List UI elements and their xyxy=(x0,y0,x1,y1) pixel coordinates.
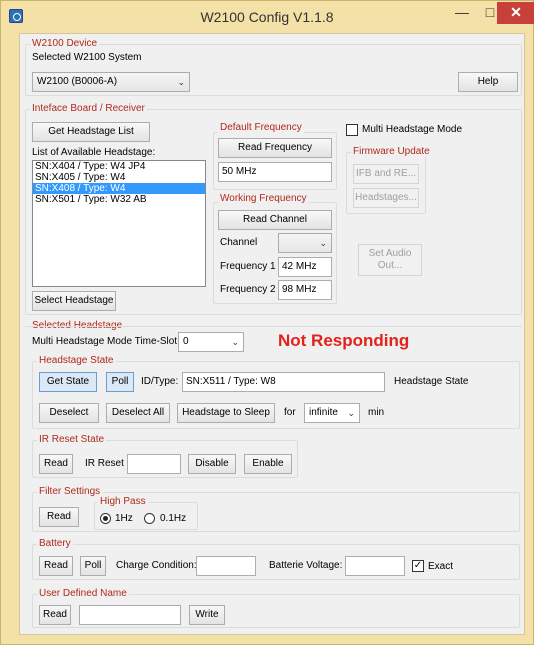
headstage-listbox[interactable]: SN:X404 / Type: W4 JP4 SN:X405 / Type: W… xyxy=(32,160,206,287)
close-button[interactable]: ✕ xyxy=(497,2,534,24)
id-type-label: ID/Type: xyxy=(141,376,179,387)
min-label: min xyxy=(368,407,385,418)
sleep-duration-select[interactable]: infinite ⌄ xyxy=(304,403,360,423)
app-window: W2100 Config V1.1.8 — □ ✕ W2100 Device S… xyxy=(0,0,534,645)
enable-button[interactable]: Enable xyxy=(244,454,292,474)
set-audio-label-1: Set Audio xyxy=(368,248,412,259)
highpass-01hz-label: 0.1Hz xyxy=(160,513,187,524)
select-headstage-button[interactable]: Select Headstage xyxy=(32,291,116,311)
timeslot-label: Multi Headstage Mode Time-Slot: xyxy=(32,336,180,347)
for-label: for xyxy=(284,407,296,418)
filter-group-label: Filter Settings xyxy=(37,486,103,497)
headstage-sleep-button[interactable]: Headstage to Sleep xyxy=(177,403,275,423)
battery-voltage-field[interactable] xyxy=(345,556,405,576)
status-not-responding: Not Responding xyxy=(278,331,410,350)
id-type-field[interactable]: SN:X511 / Type: W8 xyxy=(182,372,385,392)
name-read-button[interactable]: Read xyxy=(39,605,71,625)
channel-select[interactable]: ⌄ xyxy=(278,233,332,253)
separator xyxy=(25,326,522,327)
device-group-label: W2100 Device xyxy=(30,38,100,49)
ir-reset-field[interactable] xyxy=(127,454,181,474)
system-select-value: W2100 (B0006-A) xyxy=(37,76,118,87)
exact-label: Exact xyxy=(428,561,454,572)
check-icon: ✓ xyxy=(413,560,423,571)
multi-headstage-mode-label: Multi Headstage Mode xyxy=(362,124,463,135)
poll-state-button[interactable]: Poll xyxy=(106,372,134,392)
system-select[interactable]: W2100 (B0006-A) ⌄ xyxy=(32,72,190,92)
headstage-state-group-label: Headstage State xyxy=(37,355,116,366)
filter-read-button[interactable]: Read xyxy=(39,507,79,527)
disable-button[interactable]: Disable xyxy=(188,454,236,474)
ir-reset-label: IR Reset xyxy=(85,458,124,469)
multi-headstage-mode-checkbox[interactable] xyxy=(346,124,358,136)
sleep-duration-value: infinite xyxy=(309,407,338,418)
timeslot-select[interactable]: 0 ⌄ xyxy=(178,332,244,352)
highpass-01hz-radio[interactable] xyxy=(144,513,155,524)
ifb-re-button[interactable]: IFB and RE... xyxy=(353,164,419,184)
working-frequency-label: Working Frequency xyxy=(218,193,309,204)
interface-group-label: Inteface Board / Receiver xyxy=(30,103,147,114)
battery-group-label: Battery xyxy=(37,538,73,549)
list-item-selected[interactable]: SN:X408 / Type: W4 xyxy=(33,183,205,194)
frequency2-field[interactable]: 98 MHz xyxy=(278,280,332,300)
charge-condition-label: Charge Condition: xyxy=(116,560,197,571)
frequency2-label: Frequency 2 xyxy=(220,284,276,295)
user-name-group-label: User Defined Name xyxy=(37,588,129,599)
read-channel-button[interactable]: Read Channel xyxy=(218,210,332,230)
ir-reset-group-label: IR Reset State xyxy=(37,434,107,445)
timeslot-select-value: 0 xyxy=(183,336,189,347)
headstage-list-label: List of Available Headstage: xyxy=(32,147,156,158)
default-frequency-label: Default Frequency xyxy=(218,122,304,133)
set-audio-label-2: Out... xyxy=(377,260,403,271)
battery-poll-button[interactable]: Poll xyxy=(80,556,106,576)
battery-voltage-label: Batterie Voltage: xyxy=(269,560,343,571)
headstages-firmware-button[interactable]: Headstages... xyxy=(353,188,419,208)
read-frequency-button[interactable]: Read Frequency xyxy=(218,138,332,158)
set-audio-out-button[interactable]: Set Audio Out... xyxy=(358,244,422,276)
default-frequency-field[interactable]: 50 MHz xyxy=(218,162,332,182)
minimize-button[interactable]: — xyxy=(447,2,477,24)
exact-checkbox[interactable]: ✓ xyxy=(412,560,424,572)
list-item[interactable]: SN:X405 / Type: W4 xyxy=(33,172,205,183)
list-item[interactable]: SN:X501 / Type: W32 AB xyxy=(33,194,205,205)
highpass-1hz-radio[interactable] xyxy=(100,513,111,524)
main-panel: W2100 Device Selected W2100 System W2100… xyxy=(19,33,525,635)
chevron-down-icon: ⌄ xyxy=(177,77,185,87)
highpass-label: High Pass xyxy=(98,496,148,507)
list-item[interactable]: SN:X404 / Type: W4 JP4 xyxy=(33,161,205,172)
ir-read-button[interactable]: Read xyxy=(39,454,73,474)
firmware-group-label: Firmware Update xyxy=(351,146,432,157)
frequency1-field[interactable]: 42 MHz xyxy=(278,257,332,277)
headstage-state-text: Headstage State xyxy=(394,376,469,387)
get-headstage-list-button[interactable]: Get Headstage List xyxy=(32,122,150,142)
selected-system-label: Selected W2100 System xyxy=(32,52,142,63)
name-write-button[interactable]: Write xyxy=(189,605,225,625)
get-state-button[interactable]: Get State xyxy=(39,372,97,392)
deselect-button[interactable]: Deselect xyxy=(39,403,99,423)
charge-condition-field[interactable] xyxy=(196,556,256,576)
battery-read-button[interactable]: Read xyxy=(39,556,73,576)
channel-label: Channel xyxy=(220,237,258,248)
title-bar[interactable]: W2100 Config V1.1.8 — □ ✕ xyxy=(1,1,534,31)
chevron-down-icon: ⌄ xyxy=(319,238,327,248)
chevron-down-icon: ⌄ xyxy=(347,408,355,418)
frequency1-label: Frequency 1 xyxy=(220,261,276,272)
user-name-field[interactable] xyxy=(79,605,181,625)
chevron-down-icon: ⌄ xyxy=(231,337,239,347)
deselect-all-button[interactable]: Deselect All xyxy=(106,403,170,423)
help-button[interactable]: Help xyxy=(458,72,518,92)
highpass-1hz-label: 1Hz xyxy=(115,513,133,524)
